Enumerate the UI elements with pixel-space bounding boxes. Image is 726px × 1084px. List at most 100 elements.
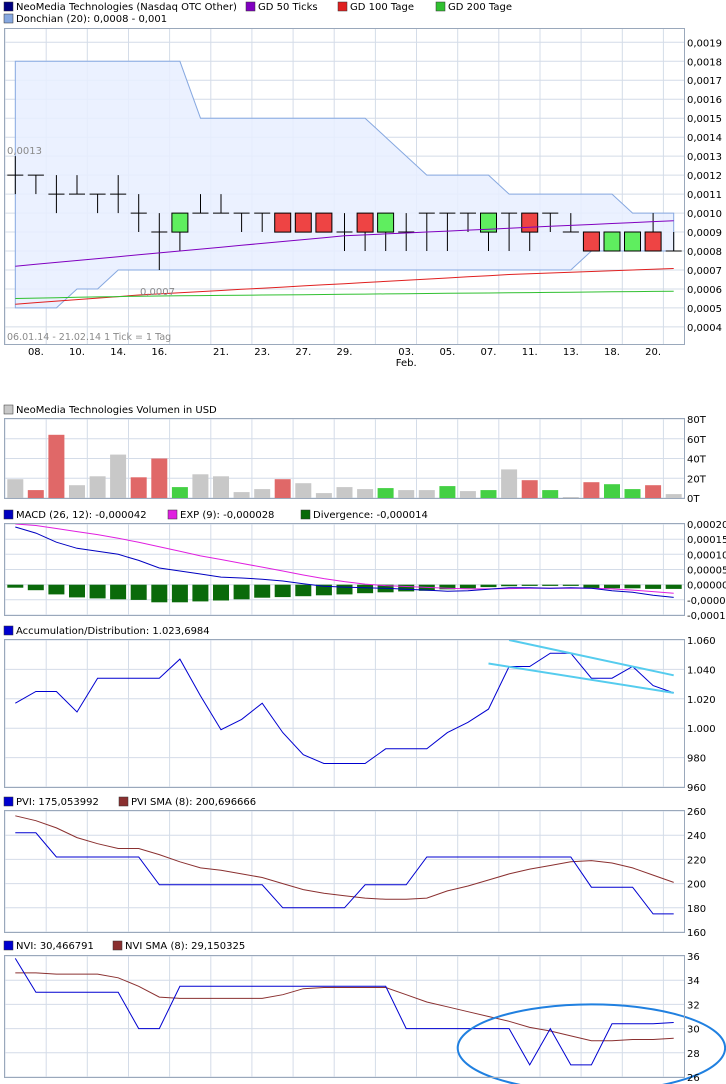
divergence-bar xyxy=(192,584,209,602)
y-tick-label: 0,0006 xyxy=(687,285,722,296)
y-tick-label: 0T xyxy=(687,494,700,505)
candle-body xyxy=(644,231,662,252)
divergence-bar xyxy=(89,584,106,599)
volume-bar xyxy=(562,497,579,498)
y-tick-label: 80T xyxy=(687,415,707,426)
divergence-bar xyxy=(274,584,291,598)
legend-swatch-pvi xyxy=(3,796,14,807)
x-tick-label: 23. xyxy=(254,347,270,358)
divergence-bar xyxy=(130,584,147,600)
legend-swatch-exp xyxy=(167,509,178,520)
volume-bar xyxy=(583,482,600,498)
volume-bar xyxy=(151,458,168,498)
y-tick-label: 34 xyxy=(687,976,700,987)
x-tick-label: 13. xyxy=(563,347,579,358)
gd200-line xyxy=(15,290,674,299)
volume-bar xyxy=(377,488,394,498)
candle xyxy=(274,212,292,233)
volume-bar xyxy=(130,477,147,498)
y-tick-label: 0,0013 xyxy=(687,152,722,163)
y-tick-label: -0,00005 xyxy=(687,596,726,607)
divergence-bar xyxy=(213,584,229,601)
legend-label-nvi-sma: NVI SMA (8): 29,150325 xyxy=(125,941,245,952)
volume-bar xyxy=(213,476,229,498)
legend-label-price: NeoMedia Technologies (Nasdaq OTC Other) xyxy=(16,2,237,13)
y-tick-label: 0,00000 xyxy=(687,581,726,592)
y-tick-label: 40T xyxy=(687,455,707,466)
y-tick-label: 0,0005 xyxy=(687,304,722,315)
x-tick-label: 18. xyxy=(604,347,620,358)
candle-body xyxy=(582,231,600,252)
y-tick-label: 0,00020 xyxy=(687,520,726,531)
volume-bar xyxy=(274,479,291,498)
y-tick-label: 960 xyxy=(687,783,706,794)
x-tick-label: 20. xyxy=(645,347,661,358)
volume-bar xyxy=(315,493,332,498)
volume-legend: NeoMedia Technologies Volumen in USD xyxy=(3,404,217,416)
ad-y-axis: 1.060 1.040 1.020 1.000 980 960 xyxy=(687,636,716,794)
legend-swatch-pvi-sma xyxy=(118,796,129,807)
divergence-bar xyxy=(645,584,662,589)
volume-bar xyxy=(295,483,312,498)
donchian-band xyxy=(14,60,675,309)
divergence-bar xyxy=(501,584,518,587)
legend-label-exp: EXP (9): -0,000028 xyxy=(180,510,274,521)
divergence-bar xyxy=(171,584,188,603)
y-tick-label: 260 xyxy=(687,807,706,818)
y-tick-label: 0,0016 xyxy=(687,95,722,106)
volume-bar xyxy=(521,480,538,498)
candle-body xyxy=(294,212,312,233)
volume-bar xyxy=(192,474,209,498)
candle-body xyxy=(356,212,374,233)
legend-item-gd50: GD 50 Ticks xyxy=(245,1,318,13)
x-tick-label: 10. xyxy=(69,347,85,358)
y-tick-label: 0,0018 xyxy=(687,57,722,68)
x-tick-label: 03. xyxy=(398,347,414,358)
candle xyxy=(603,231,621,252)
ad-frame xyxy=(4,639,685,788)
y-tick-label: 200 xyxy=(687,880,706,891)
y-tick-label: 1.020 xyxy=(687,695,716,706)
divergence-bar xyxy=(459,584,476,589)
volume-bar xyxy=(27,490,44,498)
volume-bar xyxy=(542,490,559,498)
volume-bar xyxy=(254,489,271,498)
nvi-sma-line xyxy=(15,972,674,1042)
y-tick-label: 32 xyxy=(687,1000,700,1011)
volume-bar xyxy=(398,490,415,498)
candle-body xyxy=(624,231,641,252)
pvi-frame xyxy=(4,810,685,933)
y-tick-label: 0,0008 xyxy=(687,247,722,258)
legend-swatch-nvi xyxy=(3,940,14,951)
candle-body xyxy=(171,212,189,233)
nvi-panel: NVI: 30,466791 NVI SMA (8): 29,150325 36… xyxy=(3,940,726,1084)
legend-label-ad: Accumulation/Distribution: 1.023,6984 xyxy=(16,626,210,637)
divergence-bar xyxy=(69,584,85,598)
volume-bar xyxy=(69,485,85,498)
legend-swatch-price xyxy=(3,1,14,12)
volume-bar xyxy=(336,487,353,498)
divergence-bar xyxy=(604,584,620,589)
x-tick-label: 05. xyxy=(439,347,455,358)
legend-item-divergence: Divergence: -0,000014 xyxy=(300,509,428,521)
volume-bar xyxy=(645,485,662,498)
nvi-frame xyxy=(4,955,685,1078)
legend-label-nvi: NVI: 30,466791 xyxy=(16,941,94,952)
x-tick-label: 14. xyxy=(110,347,126,358)
legend-item-donchian: Donchian (20): 0,0008 - 0,001 xyxy=(3,13,167,25)
nvi-legend: NVI: 30,466791 NVI SMA (8): 29,150325 xyxy=(3,940,245,952)
volume-bar xyxy=(89,476,106,498)
volume-grid xyxy=(4,418,684,499)
candle xyxy=(294,212,312,233)
candle-body xyxy=(315,212,333,233)
candle-body xyxy=(274,212,292,233)
legend-swatch-gd200 xyxy=(435,1,446,12)
volume-bar xyxy=(110,454,127,498)
divergence-bar xyxy=(480,584,497,588)
y-tick-label: 0,00015 xyxy=(687,535,726,546)
volume-bar xyxy=(501,469,518,498)
volume-bar xyxy=(48,434,65,498)
y-tick-label: 0,00010 xyxy=(687,550,726,561)
x-tick-label: 27. xyxy=(295,347,311,358)
legend-item-pvi-sma: PVI SMA (8): 200,696666 xyxy=(118,796,256,808)
